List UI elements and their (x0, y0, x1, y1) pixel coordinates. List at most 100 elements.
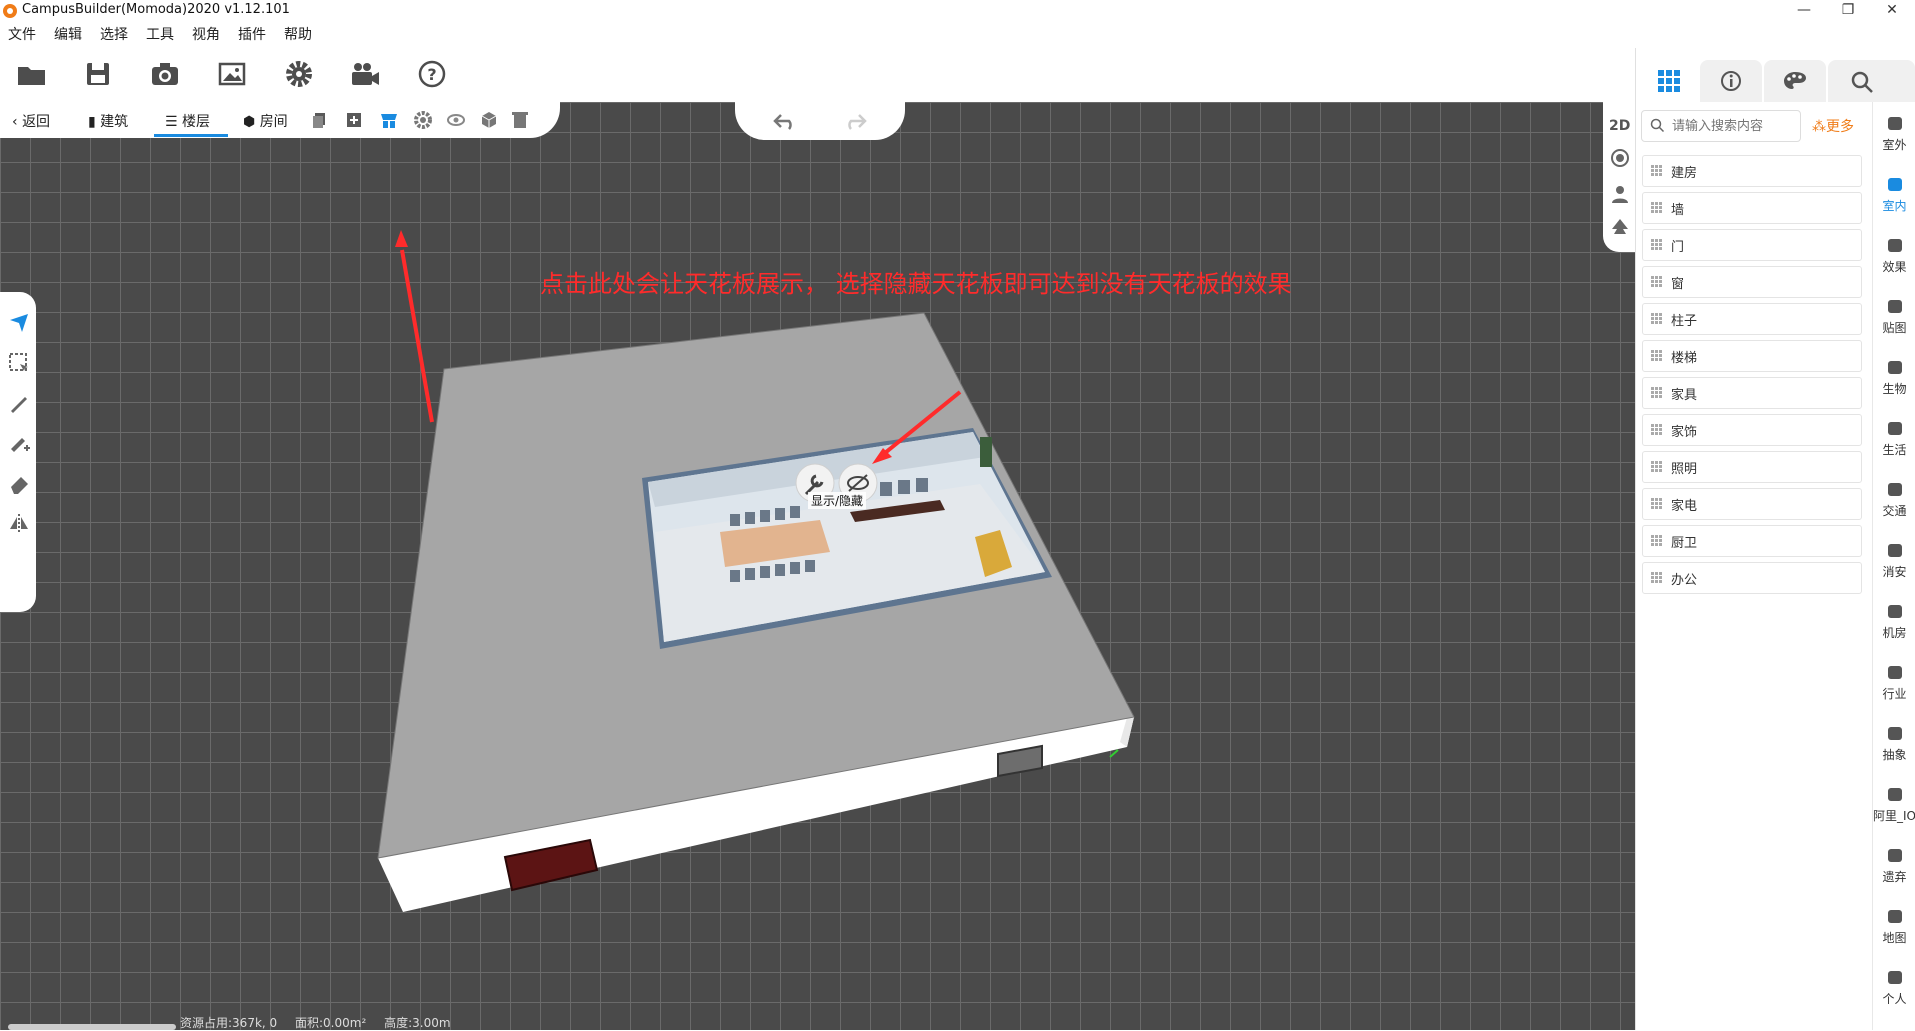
save-icon[interactable] (82, 59, 114, 89)
tab-room[interactable]: ⬢ 房间 (243, 111, 288, 131)
image-icon[interactable] (216, 59, 248, 89)
side-category-industry[interactable]: 行业 (1873, 657, 1915, 717)
side-category-texture[interactable]: 贴图 (1873, 291, 1915, 351)
side-category-effect[interactable]: 效果 (1873, 230, 1915, 290)
close-button[interactable]: ✕ (1870, 0, 1914, 22)
category-label: 家电 (1671, 499, 1698, 514)
camera-icon[interactable] (149, 59, 181, 89)
menu-tools[interactable]: 工具 (146, 24, 174, 44)
search-icon (1851, 71, 1873, 93)
tab-models[interactable] (1636, 60, 1698, 102)
tab-floor-underline (154, 134, 228, 137)
menu-file[interactable]: 文件 (8, 24, 36, 44)
delete-floor-icon[interactable] (512, 111, 528, 129)
side-category-fire-safety[interactable]: 消安 (1873, 535, 1915, 595)
category-item[interactable]: 家具 (1642, 377, 1862, 409)
side-category-label: 遗弃 (1882, 870, 1907, 884)
marquee-select-icon[interactable] (8, 352, 30, 374)
tab-building[interactable]: ▮ 建筑 (88, 111, 128, 131)
category-item[interactable]: 家电 (1642, 488, 1862, 520)
traffic-icon (1888, 483, 1902, 496)
side-category-abstract[interactable]: 抽象 (1873, 718, 1915, 778)
restore-button[interactable]: ❐ (1826, 0, 1870, 22)
cube-icon[interactable] (480, 111, 498, 129)
side-category-label: 地图 (1882, 931, 1907, 945)
show-hide-tooltip: 显示/隐藏 (808, 492, 867, 509)
category-item[interactable]: 窗 (1642, 266, 1862, 298)
search-input[interactable] (1670, 115, 1799, 137)
side-category-label: 消安 (1882, 565, 1907, 579)
menu-plugins[interactable]: 插件 (238, 24, 266, 44)
menu-edit[interactable]: 编辑 (54, 24, 82, 44)
outdoor-icon (1888, 117, 1902, 130)
add-floor-icon[interactable] (346, 112, 362, 128)
side-category-personal[interactable]: 个人 (1873, 962, 1915, 1022)
focus-view-icon[interactable] (1610, 148, 1630, 168)
fire-safety-icon (1888, 544, 1902, 557)
category-item[interactable]: 门 (1642, 229, 1862, 261)
mirror-icon[interactable] (8, 512, 30, 534)
copy-icon[interactable] (312, 112, 328, 128)
search-input-icon (1650, 118, 1665, 133)
tab-search[interactable] (1828, 60, 1915, 102)
menu-help[interactable]: 帮助 (284, 24, 312, 44)
tree-view-icon[interactable] (1610, 218, 1630, 238)
info-icon (1721, 71, 1741, 91)
status-height: 高度:3.00m (384, 1016, 451, 1030)
abstract-icon (1888, 727, 1902, 740)
creature-icon (1888, 361, 1902, 374)
drag-grip-icon (1651, 498, 1662, 509)
building-scene[interactable] (0, 102, 1635, 1030)
category-item[interactable]: 墙 (1642, 192, 1862, 224)
effect-icon (1888, 239, 1902, 252)
minimize-button[interactable]: — (1782, 0, 1826, 22)
search-box[interactable] (1641, 110, 1801, 142)
side-category-deprecated[interactable]: 遗弃 (1873, 840, 1915, 900)
toggle-2d-button[interactable]: 2D (1609, 118, 1630, 134)
draw-point-icon[interactable] (8, 432, 30, 454)
floor-settings-icon[interactable] (414, 111, 432, 129)
industry-icon (1888, 666, 1902, 679)
tab-info[interactable] (1700, 60, 1762, 102)
help-icon[interactable]: ? (416, 59, 448, 89)
draw-line-icon[interactable] (8, 392, 30, 414)
side-category-ali-io[interactable]: 阿里_IO (1873, 779, 1915, 839)
category-item[interactable]: 家饰 (1642, 414, 1862, 446)
menu-select[interactable]: 选择 (100, 24, 128, 44)
visibility-icon[interactable] (446, 112, 466, 128)
category-item[interactable]: 柱子 (1642, 303, 1862, 335)
more-button[interactable]: ⁂更多 (1812, 116, 1854, 136)
drag-grip-icon (1651, 202, 1662, 213)
person-view-icon[interactable] (1610, 184, 1630, 204)
side-category-traffic[interactable]: 交通 (1873, 474, 1915, 534)
category-label: 家饰 (1671, 425, 1698, 440)
tab-floor[interactable]: ☰ 楼层 (165, 111, 210, 131)
category-item[interactable]: 建房 (1642, 155, 1862, 187)
video-camera-icon[interactable] (349, 59, 381, 89)
category-item[interactable]: 厨卫 (1642, 525, 1862, 557)
side-category-outdoor[interactable]: 室外 (1873, 108, 1915, 168)
category-item[interactable]: 楼梯 (1642, 340, 1862, 372)
redo-icon[interactable] (843, 112, 867, 130)
pointer-icon[interactable] (8, 312, 30, 334)
side-category-life[interactable]: 生活 (1873, 413, 1915, 473)
side-category-label: 抽象 (1882, 748, 1907, 762)
back-button[interactable]: ‹ 返回 (12, 111, 50, 131)
category-item[interactable]: 照明 (1642, 451, 1862, 483)
side-category-map[interactable]: 地图 (1873, 901, 1915, 961)
side-category-indoor[interactable]: 室内 (1873, 169, 1915, 229)
settings-icon[interactable] (283, 59, 315, 89)
menu-view[interactable]: 视角 (192, 24, 220, 44)
open-folder-icon[interactable] (16, 59, 48, 89)
eraser-icon[interactable] (8, 472, 30, 494)
3d-viewport[interactable] (0, 102, 1635, 1030)
side-category-creature[interactable]: 生物 (1873, 352, 1915, 412)
personal-icon (1888, 971, 1902, 984)
ceiling-icon[interactable] (380, 111, 398, 129)
category-item[interactable]: 办公 (1642, 562, 1862, 594)
side-category-server-room[interactable]: 机房 (1873, 596, 1915, 656)
ali-io-icon (1888, 788, 1902, 801)
undo-icon[interactable] (773, 112, 797, 130)
progress-bar (8, 1024, 176, 1030)
tab-materials[interactable] (1764, 60, 1826, 102)
